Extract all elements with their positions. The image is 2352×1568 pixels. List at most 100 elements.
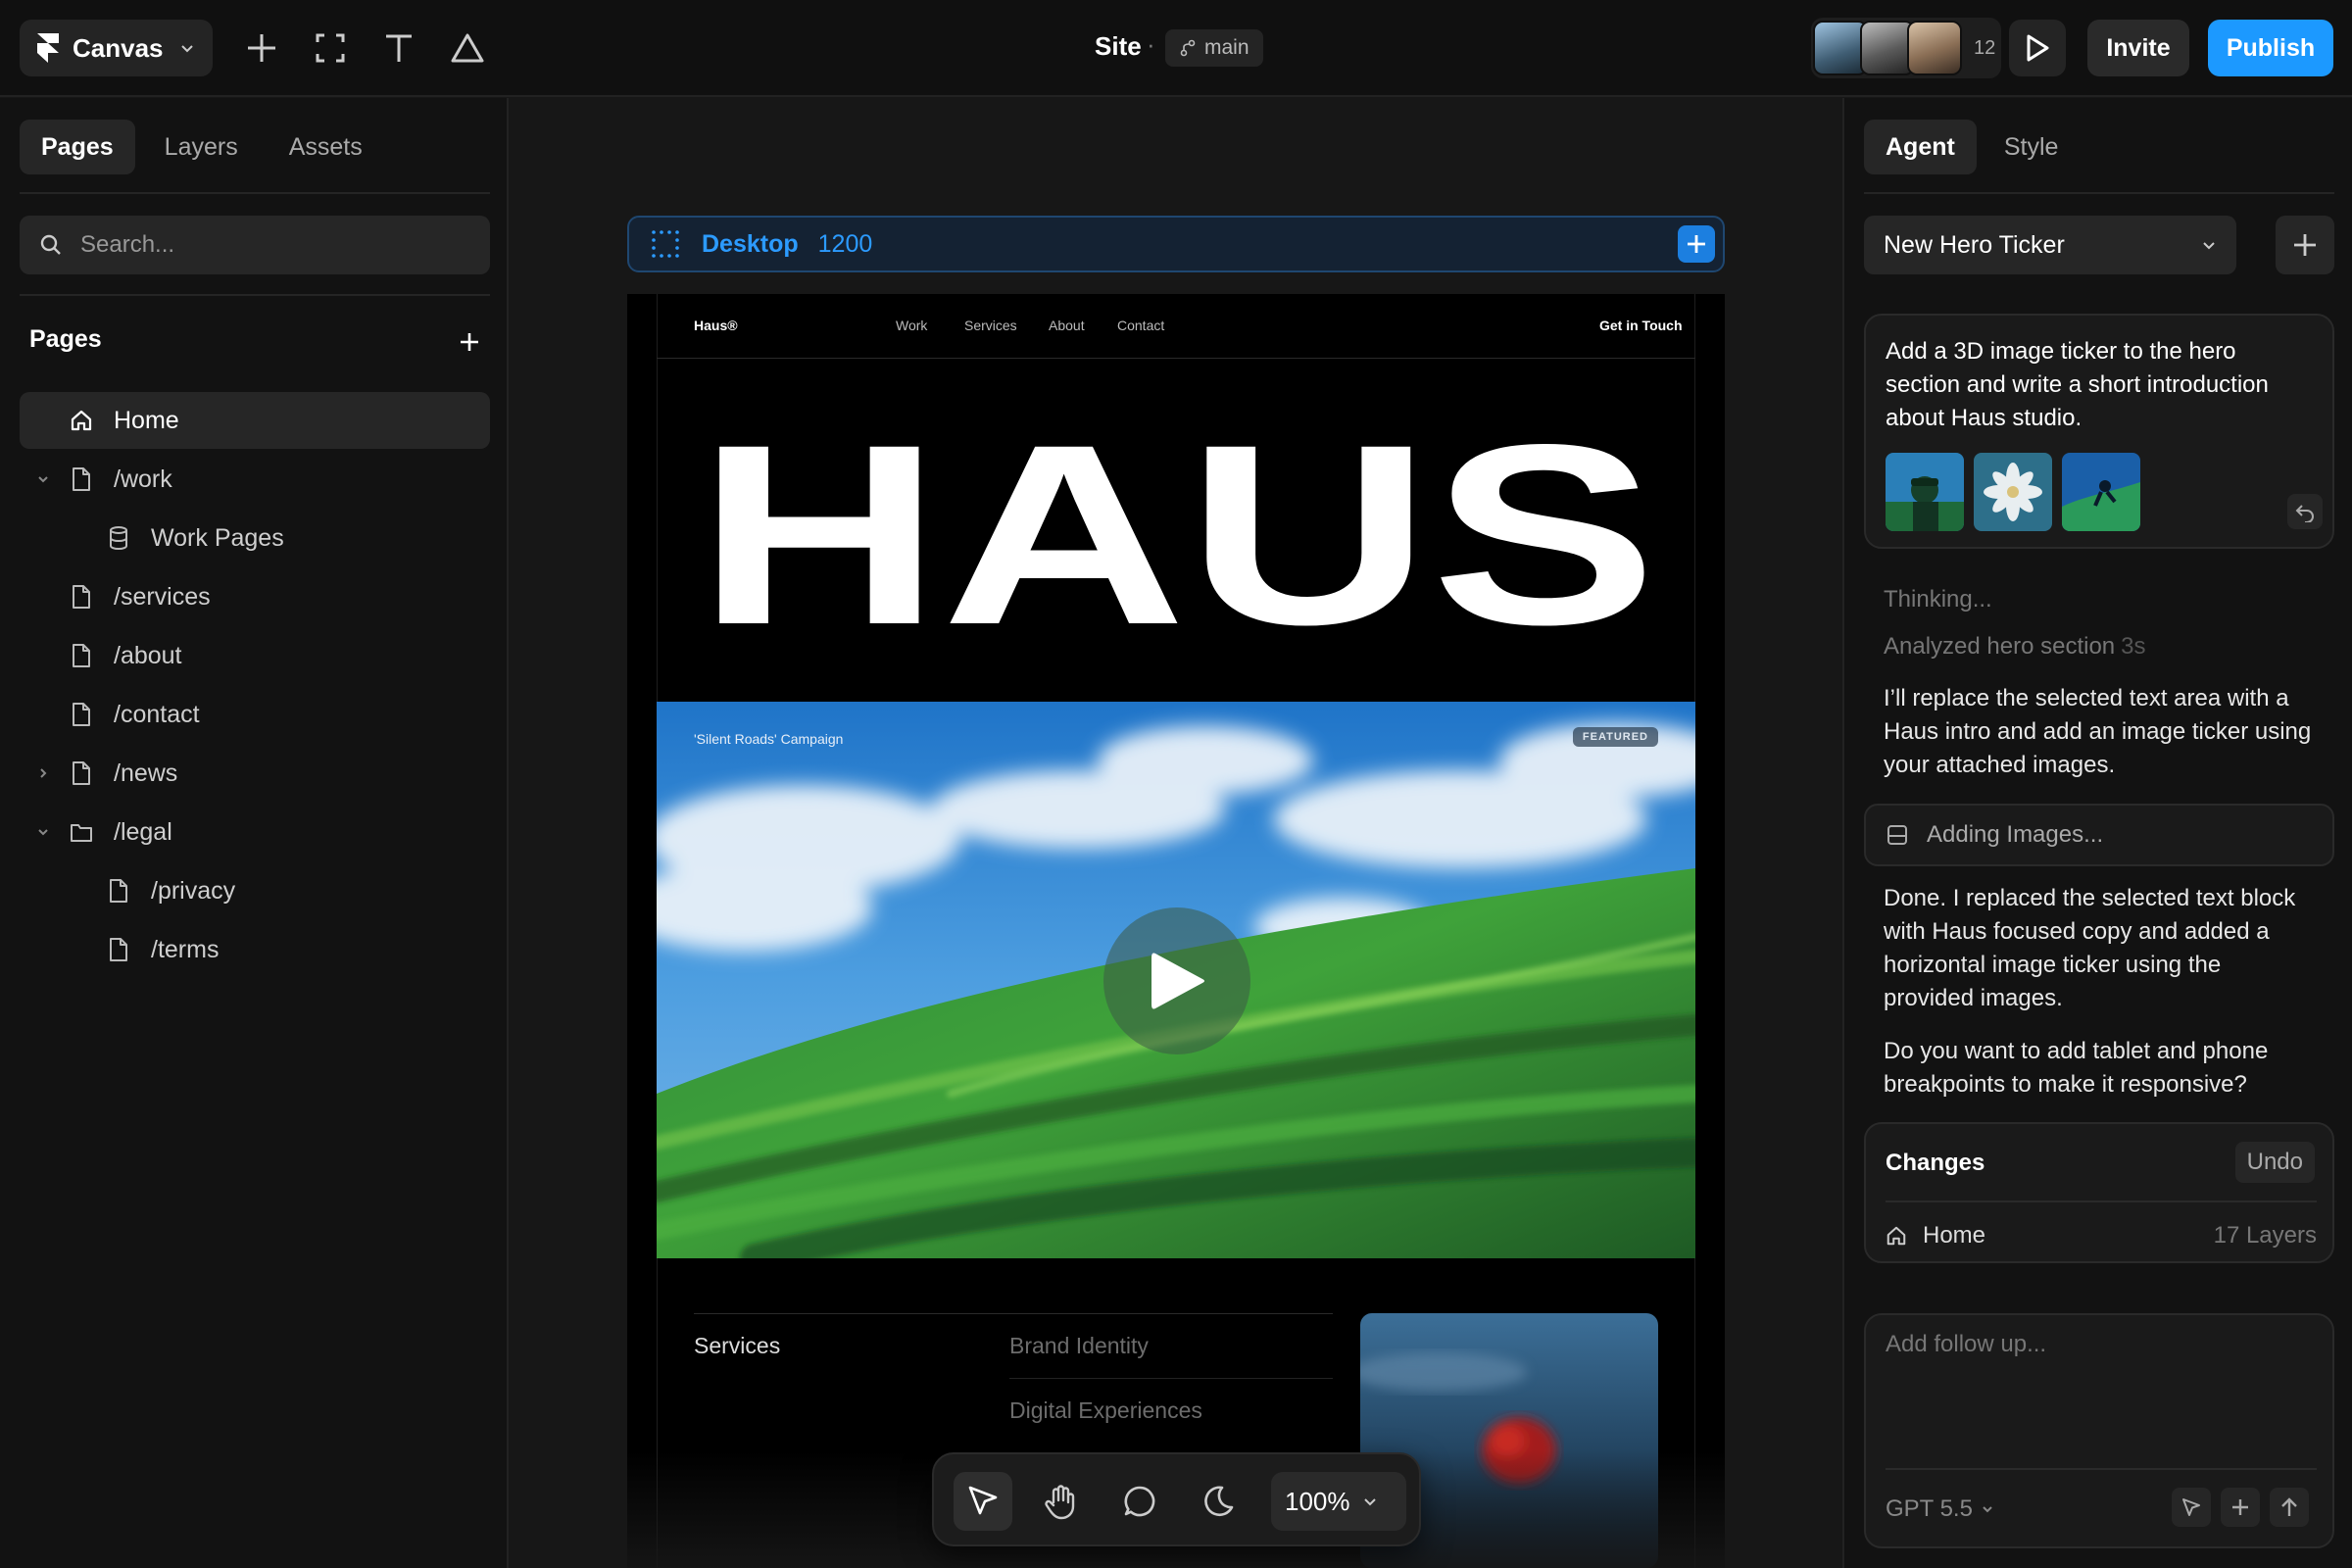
site-nav-link[interactable]: Contact — [1117, 318, 1164, 333]
collaborators[interactable]: 12 — [1811, 18, 2002, 78]
avatar[interactable] — [1907, 21, 1962, 75]
change-page-name: Home — [1923, 1222, 1986, 1249]
tab-assets[interactable]: Assets — [268, 120, 384, 174]
changes-title: Changes — [1886, 1150, 1985, 1176]
chevron-right-icon[interactable] — [33, 763, 53, 783]
retry-button[interactable] — [2287, 494, 2323, 529]
hand-icon — [1045, 1485, 1075, 1520]
page-item-legal[interactable]: /legal — [20, 804, 490, 860]
change-item[interactable]: Home 17 Layers — [1886, 1218, 2317, 1253]
tab-pages[interactable]: Pages — [20, 120, 135, 174]
page-item-home[interactable]: Home — [20, 392, 490, 449]
tab-style[interactable]: Style — [1983, 120, 2081, 174]
hand-tool[interactable] — [1032, 1472, 1091, 1531]
follow-up-input[interactable] — [1884, 1329, 2315, 1446]
site-logo[interactable]: Haus® — [694, 318, 738, 333]
site-title[interactable]: Site — [1095, 31, 1142, 62]
breakpoint-name[interactable]: Desktop — [702, 230, 799, 259]
divider — [694, 1313, 1333, 1314]
chevron-down-icon — [1981, 1502, 1994, 1516]
site-nav-link[interactable]: Work — [896, 318, 927, 333]
add-page-button[interactable] — [453, 325, 486, 359]
breakpoint-bar[interactable]: Desktop 1200 — [627, 216, 1725, 272]
folder-icon — [69, 819, 94, 845]
page-item-about[interactable]: /about — [20, 627, 490, 684]
site-cta-link[interactable]: Get in Touch — [1599, 318, 1683, 333]
thread-select[interactable]: New Hero Ticker — [1864, 216, 2236, 274]
page-item-work-pages[interactable]: Work Pages — [20, 510, 490, 566]
plus-icon — [2232, 1499, 2248, 1515]
attachment-thumbnail[interactable] — [2062, 453, 2140, 531]
undo-button[interactable]: Undo — [2234, 1142, 2315, 1183]
page-icon — [69, 702, 94, 727]
right-panel-tabs: Agent Style — [1864, 120, 2080, 174]
send-button[interactable] — [2270, 1488, 2309, 1527]
cursor-icon — [2182, 1498, 2200, 1516]
site-nav-link[interactable]: Services — [964, 318, 1017, 333]
canvas-toolbar: 100% — [932, 1452, 1421, 1546]
desktop-frame[interactable]: Haus® Work Services About Contact Get in… — [627, 294, 1725, 1568]
chevron-down-icon[interactable] — [33, 469, 53, 489]
model-name: GPT 5.5 — [1886, 1495, 1973, 1522]
page-item-contact[interactable]: /contact — [20, 686, 490, 743]
service-item[interactable]: Brand Identity — [1009, 1333, 1149, 1359]
page-item-label: /work — [114, 465, 172, 493]
site-nav-link[interactable]: About — [1049, 318, 1085, 333]
breakpoint-width[interactable]: 1200 — [818, 230, 873, 259]
tab-agent[interactable]: Agent — [1864, 120, 1977, 174]
page-item-label: /legal — [114, 817, 172, 846]
video-play-button[interactable] — [1103, 907, 1250, 1054]
invite-button[interactable]: Invite — [2087, 20, 2189, 76]
user-message-text: Add a 3D image ticker to the hero sectio… — [1886, 338, 2269, 431]
chevron-down-icon[interactable] — [33, 822, 53, 842]
page-item-services[interactable]: /services — [20, 568, 490, 625]
thread-title: New Hero Ticker — [1884, 230, 2065, 259]
theme-toggle[interactable] — [1189, 1472, 1248, 1531]
model-select[interactable]: GPT 5.5 — [1886, 1495, 1994, 1523]
plus-icon — [2294, 234, 2316, 256]
publish-button[interactable]: Publish — [2208, 20, 2333, 76]
site-nav[interactable]: Haus® Work Services About Contact Get in… — [657, 294, 1695, 359]
attachment-thumbnail[interactable] — [1886, 453, 1964, 531]
branch-badge[interactable]: main — [1165, 29, 1263, 67]
select-element-button[interactable] — [2172, 1488, 2211, 1527]
zoom-select[interactable]: 100% — [1271, 1472, 1406, 1531]
insert-tool[interactable] — [239, 25, 284, 71]
services-heading[interactable]: Services — [694, 1333, 780, 1359]
text-tool[interactable] — [376, 25, 421, 71]
hero-wordmark[interactable]: HAUS — [692, 431, 1662, 637]
page-item-news[interactable]: /news — [20, 745, 490, 802]
hero-wordmark-text: HAUS — [697, 431, 1657, 637]
agent-reply: Done. I replaced the selected text block… — [1884, 885, 2296, 1011]
canvas-menu[interactable]: Canvas — [20, 20, 213, 76]
frame-tool[interactable] — [308, 25, 353, 71]
tab-layers[interactable]: Layers — [143, 120, 260, 174]
search-box[interactable] — [20, 216, 490, 274]
page-item-label: /privacy — [151, 876, 236, 905]
drag-handle-icon[interactable] — [649, 227, 682, 261]
collaborator-count: 12 — [1974, 36, 1996, 59]
new-thread-button[interactable] — [2276, 216, 2334, 274]
page-item-work[interactable]: /work — [20, 451, 490, 508]
divider — [1886, 1200, 2317, 1202]
service-item[interactable]: Digital Experiences — [1009, 1397, 1202, 1424]
add-breakpoint-button[interactable] — [1678, 225, 1715, 263]
page-item-terms[interactable]: /terms — [20, 921, 490, 978]
vector-tool[interactable] — [445, 25, 490, 71]
search-input[interactable] — [78, 230, 451, 260]
right-panel: Agent Style New Hero Ticker Add a 3D ima… — [1842, 98, 2352, 1568]
plus-icon — [461, 333, 478, 351]
divider — [20, 192, 490, 194]
featured-badge: FEATURED — [1572, 727, 1658, 747]
canvas-menu-label: Canvas — [73, 32, 164, 63]
attachment-thumbnail[interactable] — [1974, 453, 2052, 531]
attach-button[interactable] — [2221, 1488, 2260, 1527]
change-layer-count: 17 Layers — [2213, 1222, 2317, 1249]
select-tool[interactable] — [954, 1472, 1012, 1531]
page-item-privacy[interactable]: /privacy — [20, 862, 490, 919]
tool-call-status[interactable]: Adding Images... — [1864, 804, 2334, 866]
preview-button[interactable] — [2009, 20, 2066, 76]
hero-video[interactable]: 'Silent Roads' Campaign FEATURED — [657, 702, 1695, 1258]
comment-tool[interactable] — [1110, 1472, 1169, 1531]
page-item-label: /contact — [114, 700, 200, 728]
